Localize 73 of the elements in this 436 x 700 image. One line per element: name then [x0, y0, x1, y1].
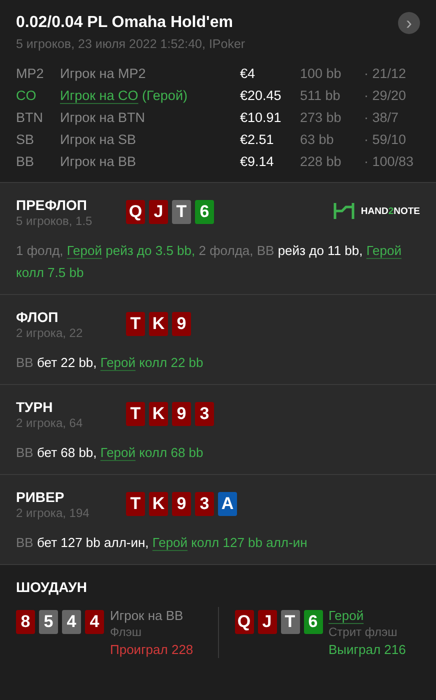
hand-combination: Флэш	[110, 624, 142, 641]
playing-card: 4	[85, 610, 104, 634]
hand-result: Проиграл 228	[110, 641, 194, 658]
playing-card: 5	[39, 610, 58, 634]
stack-bb: 511 bb	[300, 87, 342, 105]
playing-card: 3	[195, 402, 214, 426]
playing-card: T	[280, 610, 300, 634]
playing-card: 4	[62, 610, 81, 634]
playing-card: 6	[195, 200, 214, 224]
street-name: РИВЕР	[16, 489, 66, 505]
street-info: 2 игрока, 194	[16, 506, 90, 520]
logo-icon	[332, 201, 355, 221]
next-button[interactable]: ›	[398, 12, 420, 34]
position-label: BTN	[16, 109, 44, 127]
hand-result: Выиграл 216	[328, 641, 406, 658]
playing-card: K	[149, 312, 168, 336]
playing-card: T	[172, 200, 191, 224]
playing-card: Q	[126, 200, 145, 224]
position-label: CO	[16, 87, 38, 105]
showdown-title: ШОУДАУН	[16, 579, 88, 595]
street-name: ТУРН	[16, 399, 54, 415]
street-name: ФЛОП	[16, 309, 60, 325]
stack-bb: 100 bb	[300, 65, 342, 83]
playing-card: T	[126, 312, 145, 336]
action-line: 1 фолд, Герой рейз до 3.5 bb, 2 фолда, BB рейз до 11 bb, Герой колл 7.5 bb	[16, 242, 402, 282]
action-line: BB бет 22 bb, Герой колл 22 bb	[16, 354, 204, 372]
street-info: 2 игрока, 64	[16, 416, 84, 430]
stack-amount: €20.45	[240, 87, 282, 105]
playing-card: A	[218, 492, 237, 516]
playing-card: 9	[172, 402, 191, 426]
player-stats: · 59/10	[364, 131, 408, 149]
stack-amount: €9.14	[240, 153, 275, 171]
player-stats: · 100/83	[364, 153, 415, 171]
position-label: SB	[16, 131, 36, 149]
playing-card: 9	[172, 492, 191, 516]
action-line: BB бет 68 bb, Герой колл 68 bb	[16, 444, 204, 462]
playing-card: Q	[234, 610, 254, 634]
logo-text: HAND2NOTE	[360, 206, 420, 216]
playing-card: T	[126, 402, 145, 426]
playing-card: 6	[304, 610, 322, 634]
player-stats: · 21/12	[364, 65, 408, 83]
position-label: BB	[16, 153, 36, 171]
stack-amount: €2.51	[240, 131, 275, 149]
player-name: Игрок на BB	[60, 153, 138, 171]
stack-amount: €4	[240, 65, 256, 83]
position-label: MP2	[16, 65, 45, 83]
playing-card: 3	[195, 492, 214, 516]
player-stats: · 29/20	[364, 87, 408, 105]
player-name[interactable]: Игрок на CO (Герой)	[60, 85, 240, 106]
playing-card: J	[258, 610, 276, 634]
action-line: BB бет 127 bb алл-ин, Герой колл 127 bb алл-ин	[16, 534, 308, 552]
player-name: Игрок на MP2	[60, 65, 147, 83]
playing-card: T	[126, 492, 145, 516]
street-info: 2 игрока, 22	[16, 326, 84, 340]
player-name: Игрок на SB	[60, 131, 138, 149]
playing-card: K	[149, 492, 168, 516]
player-name[interactable]: Герой	[328, 607, 406, 624]
street-name: ПРЕФЛОП	[16, 197, 88, 213]
stack-bb: 228 bb	[300, 153, 342, 171]
playing-card: K	[149, 402, 168, 426]
stack-bb: 273 bb	[300, 109, 342, 127]
stack-bb: 63 bb	[300, 131, 335, 149]
hand-combination: Стрит флэш	[328, 624, 398, 641]
player-name: Игрок на BB	[110, 607, 184, 624]
player-stats: · 38/7	[364, 109, 400, 127]
playing-card: 9	[172, 312, 191, 336]
player-name: Игрок на BTN	[60, 109, 146, 127]
stack-amount: €10.91	[240, 109, 282, 127]
playing-card: J	[149, 200, 168, 224]
playing-card: 8	[16, 610, 35, 634]
hand-subtitle: 5 игроков, 23 июля 2022 1:52:40, IPoker	[16, 37, 246, 51]
street-info: 5 игроков, 1.5	[16, 214, 94, 228]
hand-title: 0.02/0.04 PL Omaha Hold'em	[16, 14, 233, 32]
